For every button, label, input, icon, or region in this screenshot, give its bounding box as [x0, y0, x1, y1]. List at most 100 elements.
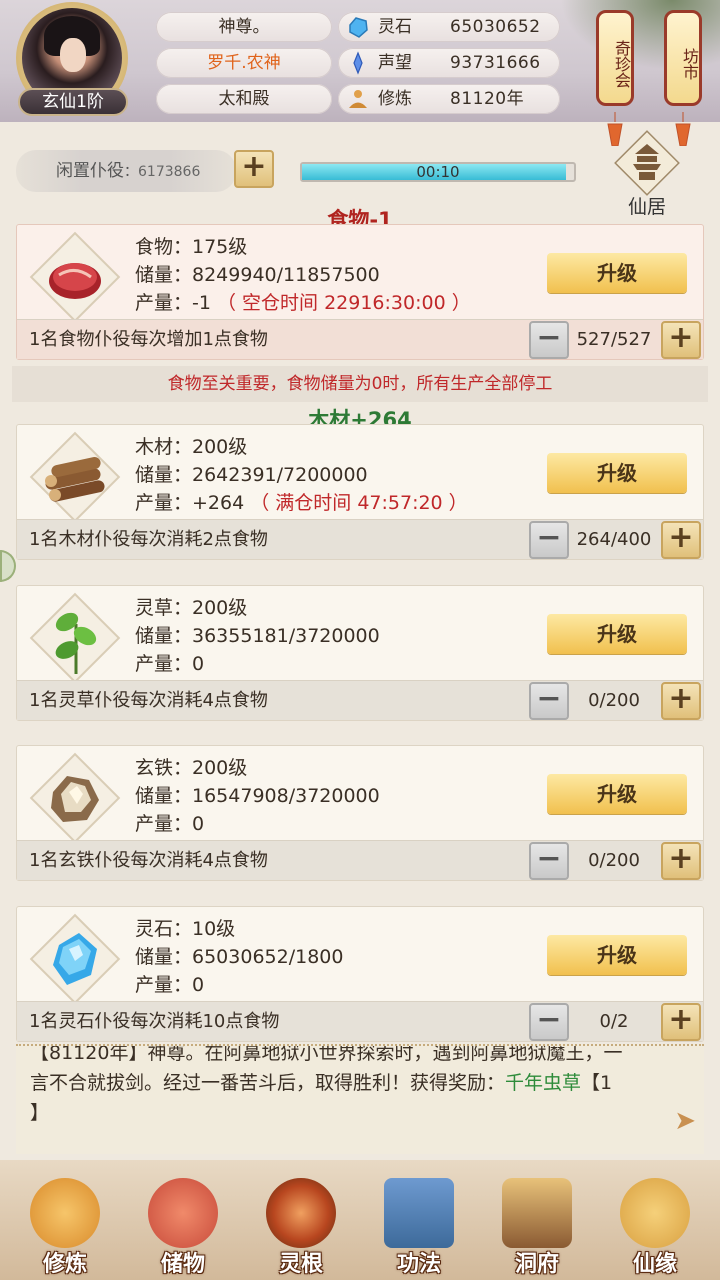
- log-text: 言不合就拔剑。经过一番苦斗后，取得胜利！获得奖励：: [30, 1072, 506, 1094]
- stat-label: 修炼: [378, 89, 412, 109]
- scripture-icon: [384, 1178, 454, 1248]
- spirit-stone-level: 灵石：10级: [135, 918, 236, 940]
- wood-output: 产量：+264: [135, 492, 245, 514]
- spirit-stone-icon: [349, 17, 368, 38]
- herb-level: 灵草：200级: [135, 597, 248, 619]
- food-worker-plus-button[interactable]: +: [661, 321, 701, 359]
- spirit-stone-worker-plus-button[interactable]: +: [661, 1003, 701, 1041]
- nav-label: 功法: [396, 1252, 441, 1277]
- log-expand-arrow-icon[interactable]: ➤: [674, 1106, 696, 1136]
- food-worker-count: 527/527: [576, 329, 652, 350]
- iron-worker-row: 1名玄铁仆役每次消耗4点食物 − 0/200 +: [17, 840, 703, 880]
- iron-worker-plus-button[interactable]: +: [661, 842, 701, 880]
- food-empty-time: （ 空仓时间 22916:30:00 ）: [217, 292, 471, 314]
- cultivation-icon: [349, 90, 367, 108]
- spirit-stone-worker-count: 0/2: [599, 1011, 629, 1032]
- herb-storage: 储量：36355181/3720000: [135, 625, 380, 647]
- fate-gourd-icon: [620, 1178, 690, 1248]
- wood-worker-row: 1名木材仆役每次消耗2点食物 − 264/400 +: [17, 519, 703, 559]
- stat-cultivation: 修炼 81120年: [338, 84, 560, 114]
- qizhenhui-lantern-button[interactable]: 奇珍会: [596, 10, 634, 106]
- nav-label: 仙缘: [632, 1252, 677, 1277]
- idle-count: 6173866: [138, 164, 201, 180]
- idle-servants: 闲置仆役：6173866: [16, 150, 236, 192]
- herb-worker-minus-button[interactable]: −: [529, 682, 569, 720]
- herb-icon: [29, 592, 121, 684]
- food-output-line: 产量：-1 （ 空仓时间 22916:30:00 ）: [135, 289, 471, 317]
- stat-prestige: 声望 93731666: [338, 48, 560, 78]
- wood-output-line: 产量：+264 （ 满仓时间 47:57:20 ）: [135, 489, 468, 517]
- iron-output: 产量：0: [135, 813, 205, 835]
- side-handle[interactable]: [0, 550, 16, 582]
- fangshi-lantern-button[interactable]: 坊市: [664, 10, 702, 106]
- add-idle-servant-button[interactable]: +: [234, 150, 274, 188]
- iron-ore-icon: [29, 752, 121, 844]
- cultivate-icon: [30, 1178, 100, 1248]
- iron-level: 玄铁：200级: [135, 757, 248, 779]
- spirit-stone-worker-row: 1名灵石仆役每次消耗10点食物 − 0/2 +: [17, 1001, 703, 1041]
- stat-value: 65030652: [450, 17, 541, 37]
- wood-worker-count: 264/400: [576, 529, 652, 550]
- food-upgrade-button[interactable]: 升级: [547, 253, 687, 293]
- herb-output: 产量：0: [135, 653, 205, 675]
- spirit-stone-output: 产量：0: [135, 974, 205, 996]
- herb-worker-text: 1名灵草仆役每次消耗4点食物: [29, 690, 268, 711]
- resource-card-herb: 灵草：200级 储量：36355181/3720000 产量：0 升级 1名灵草…: [16, 585, 704, 721]
- nav-cultivate[interactable]: 修炼: [10, 1168, 120, 1278]
- wood-full-time: （ 满仓时间 47:57:20 ）: [250, 492, 468, 514]
- stat-spirit-stone: 灵石 65030652: [338, 12, 560, 42]
- herb-worker-plus-button[interactable]: +: [661, 682, 701, 720]
- food-worker-row: 1名食物仆役每次增加1点食物 − 527/527 +: [17, 319, 703, 359]
- nav-storage[interactable]: 储物: [128, 1168, 238, 1278]
- nav-label: 灵根: [278, 1252, 323, 1277]
- food-worker-minus-button[interactable]: −: [529, 321, 569, 359]
- prestige-icon: [353, 51, 363, 75]
- iron-upgrade-button[interactable]: 升级: [547, 774, 687, 814]
- herb-worker-count: 0/200: [588, 690, 640, 711]
- wood-worker-plus-button[interactable]: +: [661, 521, 701, 559]
- stat-value: 93731666: [450, 53, 541, 73]
- food-worker-text: 1名食物仆役每次增加1点食物: [29, 329, 268, 350]
- nav-scripture[interactable]: 功法: [364, 1168, 474, 1278]
- nav-spirit-root[interactable]: 灵根: [246, 1168, 356, 1278]
- iron-worker-count: 0/200: [588, 850, 640, 871]
- nav-fate[interactable]: 仙缘: [600, 1168, 710, 1278]
- resource-card-wood: 木材：200级 储量：2642391/7200000 产量：+264 （ 满仓时…: [16, 424, 704, 560]
- resource-card-food: 食物：175级 储量：8249940/11857500 产量：-1 （ 空仓时间…: [16, 224, 704, 360]
- player-name[interactable]: 罗千.农神: [156, 48, 332, 78]
- location-pill[interactable]: 太和殿: [156, 84, 332, 114]
- timer-text: 00:10: [416, 163, 460, 181]
- iron-storage: 储量：16547908/3720000: [135, 785, 380, 807]
- event-log[interactable]: 【81120年】神尊。在阿鼻地狱小世界探索时，遇到阿鼻地狱魔王，一 言不合就拔剑…: [16, 1044, 704, 1154]
- herb-upgrade-button[interactable]: 升级: [547, 614, 687, 654]
- spirit-stone-worker-text: 1名灵石仆役每次消耗10点食物: [29, 1011, 280, 1032]
- spirit-stone-worker-minus-button[interactable]: −: [529, 1003, 569, 1041]
- idle-label: 闲置仆役: [56, 161, 124, 181]
- wood-worker-text: 1名木材仆役每次消耗2点食物: [29, 529, 268, 550]
- nav-label: 储物: [160, 1252, 205, 1277]
- wood-upgrade-button[interactable]: 升级: [547, 453, 687, 493]
- log-line-1: 【81120年】神尊。在阿鼻地狱小世界探索时，遇到阿鼻地狱魔王，一: [30, 1044, 623, 1064]
- top-header: 玄仙1阶 神尊。 罗千.农神 太和殿 灵石 65030652 声望 937316…: [0, 0, 720, 122]
- wood-logs-icon: [29, 431, 121, 523]
- food-output: 产量：-1: [135, 292, 211, 314]
- cave-palace-icon: [502, 1178, 572, 1248]
- spirit-stone-upgrade-button[interactable]: 升级: [547, 935, 687, 975]
- stat-label: 灵石: [378, 17, 412, 37]
- nav-cave-palace[interactable]: 洞府: [482, 1168, 592, 1278]
- timer-progress-bar: 00:10: [300, 162, 576, 182]
- log-text-end: 【1: [581, 1072, 613, 1094]
- resource-card-spirit-stone: 灵石：10级 储量：65030652/1800 产量：0 升级 1名灵石仆役每次…: [16, 906, 704, 1042]
- wood-level: 木材：200级: [135, 436, 248, 458]
- bottom-nav: 修炼 储物 灵根 功法 洞府 仙缘: [0, 1160, 720, 1280]
- iron-worker-text: 1名玄铁仆役每次消耗4点食物: [29, 850, 268, 871]
- meat-icon: [29, 231, 121, 323]
- resource-card-iron: 玄铁：200级 储量：16547908/3720000 产量：0 升级 1名玄铁…: [16, 745, 704, 881]
- rank-badge: 玄仙1阶: [18, 88, 128, 116]
- wood-worker-minus-button[interactable]: −: [529, 521, 569, 559]
- wood-storage: 储量：2642391/7200000: [135, 464, 368, 486]
- log-reward: 千年虫草: [505, 1072, 582, 1094]
- iron-worker-minus-button[interactable]: −: [529, 842, 569, 880]
- storage-bag-icon: [148, 1178, 218, 1248]
- stat-value: 81120年: [450, 89, 525, 109]
